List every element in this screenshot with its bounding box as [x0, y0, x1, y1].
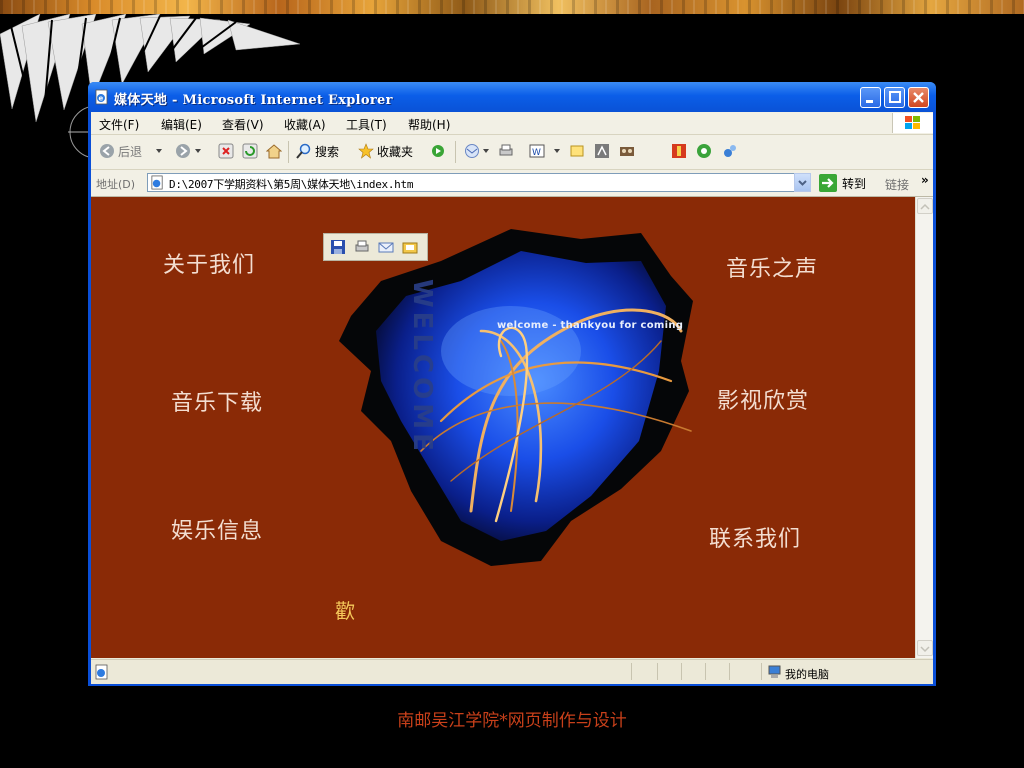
- edit-icon[interactable]: W: [529, 143, 545, 159]
- media-icon[interactable]: [430, 143, 446, 159]
- chevron-down-icon: [798, 180, 807, 186]
- mail-icon[interactable]: [464, 143, 480, 159]
- toolbar-overflow-button[interactable]: »: [921, 173, 929, 187]
- status-bar: 我的电脑: [91, 659, 933, 684]
- page-viewport: 关于我们 音乐之声 音乐下载 影视欣赏 娱乐信息 联系我们 WELCOME we…: [91, 197, 915, 658]
- print-icon[interactable]: [354, 239, 370, 255]
- mail-dropdown[interactable]: [483, 149, 489, 153]
- address-value[interactable]: D:\2007下学期资料\第5周\媒体天地\index.htm: [169, 176, 413, 192]
- image-toolbar: [323, 233, 428, 261]
- browser-window: e 媒体天地 - Microsoft Internet Explorer 文件(…: [88, 82, 936, 686]
- folder-icon[interactable]: [402, 239, 418, 255]
- title-bar[interactable]: e 媒体天地 - Microsoft Internet Explorer: [88, 82, 936, 112]
- go-button[interactable]: 转到: [842, 175, 866, 192]
- forward-arrow-icon[interactable]: [175, 143, 191, 159]
- scroll-up-button[interactable]: [917, 198, 933, 214]
- svg-text:W: W: [532, 148, 541, 158]
- standard-toolbar: 后退 搜索 收藏夹 W: [91, 135, 933, 170]
- chevron-down-icon: [920, 646, 930, 653]
- welcome-caption: welcome - thankyou for coming: [497, 320, 684, 331]
- edit-dropdown[interactable]: [554, 149, 560, 153]
- refresh-icon[interactable]: [242, 143, 258, 159]
- favorites-button[interactable]: 收藏夹: [377, 143, 413, 160]
- ie-page-icon: [151, 175, 163, 190]
- back-dropdown[interactable]: [156, 149, 162, 153]
- minimize-button[interactable]: [860, 87, 881, 108]
- home-icon[interactable]: [266, 143, 282, 159]
- nav-link-about[interactable]: 关于我们: [163, 247, 255, 279]
- ie-page-icon: [95, 664, 108, 680]
- menu-help[interactable]: 帮助(H): [408, 116, 450, 133]
- research-icon[interactable]: [594, 143, 610, 159]
- menu-favorites[interactable]: 收藏(A): [284, 116, 326, 133]
- window-title: 媒体天地 - Microsoft Internet Explorer: [114, 93, 393, 108]
- footer-mark: 歡: [335, 599, 355, 623]
- nav-link-entertainment[interactable]: 娱乐信息: [171, 513, 263, 545]
- nav-link-contact[interactable]: 联系我们: [709, 521, 801, 553]
- security-zone: 我的电脑: [785, 668, 829, 681]
- computer-icon: [768, 665, 781, 678]
- addon-blue-icon[interactable]: [722, 143, 738, 159]
- back-arrow-icon[interactable]: [99, 143, 115, 159]
- addon-red-icon[interactable]: [671, 143, 687, 159]
- back-button[interactable]: 后退: [118, 143, 142, 160]
- go-arrow-icon[interactable]: [819, 174, 837, 192]
- nav-link-music-download[interactable]: 音乐下载: [171, 385, 263, 417]
- chevron-up-icon: [920, 203, 930, 210]
- search-button[interactable]: 搜索: [315, 143, 339, 160]
- address-input[interactable]: D:\2007下学期资料\第5周\媒体天地\index.htm: [147, 173, 811, 192]
- welcome-graphic: [339, 229, 693, 566]
- close-button[interactable]: [908, 87, 929, 108]
- windows-logo-icon: [892, 113, 933, 133]
- nav-link-music[interactable]: 音乐之声: [726, 251, 818, 283]
- scroll-down-button[interactable]: [917, 640, 933, 656]
- vertical-scrollbar[interactable]: [915, 197, 933, 658]
- menu-file[interactable]: 文件(F): [99, 116, 139, 133]
- print-icon[interactable]: [498, 143, 514, 159]
- address-label: 地址(D): [96, 178, 136, 191]
- browser-client-area: 文件(F) 编辑(E) 查看(V) 收藏(A) 工具(T) 帮助(H) 后退 搜…: [91, 112, 933, 684]
- nav-link-movies[interactable]: 影视欣赏: [717, 383, 809, 415]
- address-bar: 地址(D) D:\2007下学期资料\第5周\媒体天地\index.htm 转到…: [91, 170, 933, 197]
- forward-dropdown[interactable]: [195, 149, 201, 153]
- menu-bar: 文件(F) 编辑(E) 查看(V) 收藏(A) 工具(T) 帮助(H): [91, 112, 933, 135]
- menu-view[interactable]: 查看(V): [222, 116, 264, 133]
- address-dropdown-button[interactable]: [794, 173, 811, 192]
- stop-icon[interactable]: [218, 143, 234, 159]
- svg-text:e: e: [99, 95, 104, 103]
- search-icon[interactable]: [296, 143, 312, 159]
- mail-icon[interactable]: [378, 239, 394, 255]
- menu-edit[interactable]: 编辑(E): [161, 116, 202, 133]
- slide-caption: 南邮吴江学院*网页制作与设计: [397, 711, 627, 731]
- discuss-icon[interactable]: [569, 143, 585, 159]
- maximize-button[interactable]: [884, 87, 905, 108]
- links-button[interactable]: 链接: [885, 176, 909, 193]
- decorative-top-strip: [0, 0, 1024, 14]
- save-icon[interactable]: [330, 239, 346, 255]
- star-icon[interactable]: [358, 143, 374, 159]
- menu-tools[interactable]: 工具(T): [346, 116, 387, 133]
- ie-page-icon: e: [95, 89, 108, 105]
- welcome-vertical-text: WELCOME: [407, 279, 437, 455]
- addon-green-icon[interactable]: [696, 143, 712, 159]
- messenger-icon[interactable]: [619, 143, 635, 159]
